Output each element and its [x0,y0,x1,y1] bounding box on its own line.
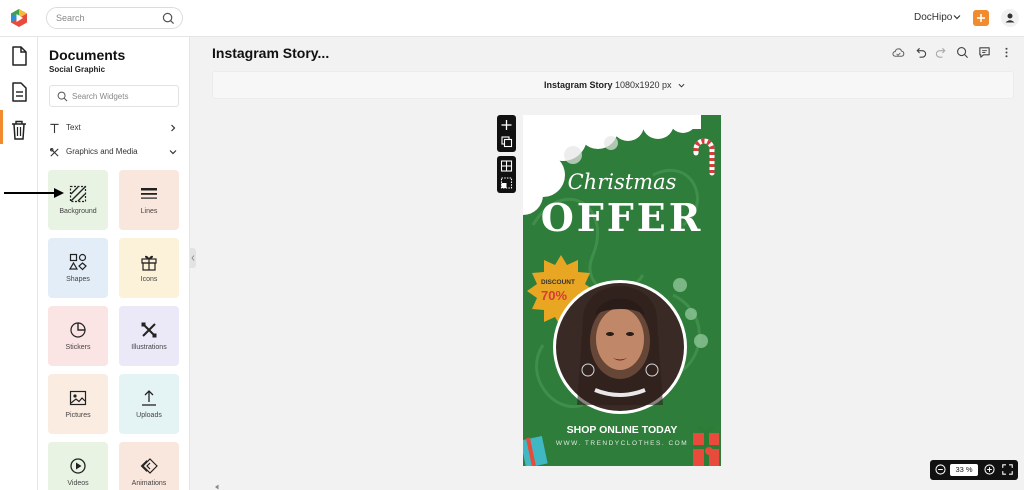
widget-search-placeholder: Search Widgets [72,92,129,101]
chevron-down-icon[interactable] [953,13,961,21]
upload-icon [142,390,156,406]
design-cta[interactable]: SHOP ONLINE TODAY [523,424,721,436]
video-icon [70,458,86,474]
page-tools-group [497,115,516,152]
trash-icon[interactable] [6,117,32,143]
tile-stickers[interactable]: Stickers [48,306,108,366]
tile-label: Illustrations [131,344,167,351]
lines-icon [141,188,157,199]
design-canvas[interactable]: Christmas OFFER DISCOUNT 70% SHOP ONLINE… [523,115,721,466]
search-icon[interactable] [956,46,969,59]
tile-animations[interactable]: Animations [119,442,179,490]
search-icon [57,91,68,102]
section-text-label: Text [66,123,81,132]
search-placeholder: Search [56,13,85,23]
rail-active-indicator [0,110,3,144]
tile-icons[interactable]: Icons [119,238,179,298]
plus-icon [977,14,985,22]
tile-label: Videos [67,480,89,487]
design-website[interactable]: WWW. TRENDYCLOTHES. COM [523,440,721,447]
tile-label: Icons [140,276,158,283]
grid-icon[interactable] [497,157,516,175]
widget-search-input[interactable]: Search Widgets [49,85,179,107]
zoom-out-icon[interactable] [935,464,946,475]
fullscreen-icon[interactable] [1002,464,1013,475]
resize-icon[interactable] [497,174,516,192]
comment-icon[interactable] [978,46,991,59]
section-graphics-media[interactable]: Graphics and Media [49,145,179,161]
zoom-value: 33 [955,465,964,474]
gift-icon [141,255,157,271]
tile-label: Background [59,208,97,215]
document-title[interactable]: Instagram Story... [212,45,329,61]
format-bar[interactable]: Instagram Story 1080x1920 px [212,71,1014,99]
zoom-unit: % [965,465,973,474]
picture-icon [69,390,87,406]
left-rail [0,37,38,490]
tile-videos[interactable]: Videos [48,442,108,490]
background-icon [69,185,87,203]
tile-uploads[interactable]: Uploads [119,374,179,434]
user-account-button[interactable] [1001,9,1019,27]
user-icon [1005,13,1015,23]
more-options-icon[interactable] [1002,46,1011,59]
tile-label: Shapes [66,276,90,283]
document-text-icon[interactable] [6,79,32,105]
document-icon[interactable] [6,43,32,69]
design-discount-value[interactable]: 70% [541,288,581,303]
panel-subtitle: Social Graphic [49,65,106,74]
graphics-icon [50,148,59,157]
zoom-controls: 33 % [930,460,1018,480]
redo-icon[interactable] [935,46,948,59]
chevron-right-icon [171,124,176,132]
chevron-down-icon [169,150,177,155]
workspace-name[interactable]: DocHipo [914,12,952,23]
zoom-in-icon[interactable] [984,464,995,475]
widgets-panel: Documents Social Graphic Search Widgets … [38,37,190,490]
panel-collapse-handle[interactable] [190,248,196,268]
tile-label: Pictures [65,412,91,419]
chevron-down-icon [678,83,685,88]
tile-pictures[interactable]: Pictures [48,374,108,434]
section-text[interactable]: Text [49,121,179,137]
design-discount-label[interactable]: DISCOUNT [541,279,581,286]
tile-label: Uploads [136,412,162,419]
section-graphics-media-label: Graphics and Media [66,147,138,156]
illustrations-icon [141,322,157,338]
search-input[interactable]: Search [46,7,183,29]
shapes-icon [69,253,87,271]
zoom-value-field[interactable]: 33 % [950,464,978,476]
add-page-icon[interactable] [497,116,516,134]
undo-icon[interactable] [914,46,927,59]
format-size: 1080x1920 px [615,80,672,90]
cloud-saved-icon [892,48,905,57]
panel-title: Documents [49,47,126,63]
create-new-button[interactable] [973,10,989,26]
sticker-icon [70,322,86,338]
tile-illustrations[interactable]: Illustrations [119,306,179,366]
design-script-word[interactable]: Christmas [523,170,721,194]
format-name: Instagram Story [544,80,613,90]
scroll-left-icon[interactable] [214,484,220,490]
design-headline[interactable]: OFFER [523,195,721,240]
duplicate-page-icon[interactable] [497,133,516,151]
tile-label: Lines [140,208,158,215]
layout-tools-group [497,156,516,193]
tile-lines[interactable]: Lines [119,170,179,230]
dochipo-logo-icon[interactable] [9,8,29,28]
top-bar: Search DocHipo [0,0,1024,37]
tile-background[interactable]: Background [48,170,108,230]
search-icon[interactable] [162,12,175,25]
tile-label: Animations [131,480,167,487]
tile-shapes[interactable]: Shapes [48,238,108,298]
chevron-left-icon [191,255,195,261]
animation-icon [140,458,158,474]
tile-label: Stickers [65,344,91,351]
text-icon [50,123,59,134]
annotation-arrow-icon [4,188,64,198]
